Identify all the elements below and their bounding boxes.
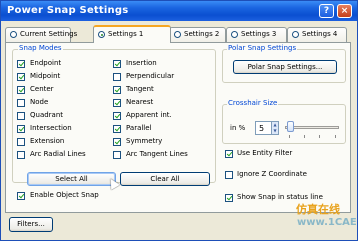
midpoint-checkbox[interactable] <box>17 73 25 81</box>
use-entity-filter-checkbox[interactable] <box>225 150 233 158</box>
nearest-checkbox[interactable] <box>113 99 121 107</box>
tab-current-settings[interactable]: Current Settings <box>5 27 77 42</box>
symmetry-label: Symmetry <box>126 137 163 145</box>
close-button[interactable]: × <box>337 4 352 18</box>
help-button[interactable]: ? <box>319 4 334 18</box>
insertion-label: Insertion <box>126 59 157 67</box>
ignore-z-label: Ignore Z Coordinate <box>237 170 307 178</box>
insertion-checkbox[interactable] <box>113 60 121 68</box>
tab-settings-1[interactable]: Settings 1 <box>93 25 171 43</box>
symmetry-checkbox[interactable] <box>113 138 121 146</box>
show-snap-status-checkbox[interactable] <box>225 194 233 202</box>
parallel-checkbox[interactable] <box>113 125 121 133</box>
tab-settings-4[interactable]: Settings 4 <box>287 27 347 42</box>
slider-tick <box>335 135 336 138</box>
tab-settings-3[interactable]: Settings 3 <box>226 27 287 42</box>
slider-tick <box>319 135 320 138</box>
quadrant-label: Quadrant <box>30 111 64 119</box>
use-entity-filter-label: Use Entity Filter <box>237 149 293 157</box>
select-all-button[interactable]: Select All <box>27 172 116 186</box>
crosshair-title: Crosshair Size <box>227 99 279 107</box>
tangent-label: Tangent <box>126 85 154 93</box>
perpendicular-checkbox[interactable] <box>113 73 121 81</box>
slider-tick <box>304 135 305 138</box>
arc-radial-lines-checkbox[interactable] <box>17 151 25 159</box>
quadrant-checkbox[interactable] <box>17 112 25 120</box>
watermark-text: 仿真在线 <box>296 203 340 216</box>
window-title: Power Snap Settings <box>7 5 129 16</box>
apparent-int-checkbox[interactable] <box>113 112 121 120</box>
watermark-site: www.1CAE.com <box>297 217 357 228</box>
tab-settings-4-radio[interactable] <box>292 31 299 38</box>
crosshair-size-value: 5 <box>259 124 265 133</box>
enable-object-snap-checkbox[interactable] <box>17 192 25 200</box>
midpoint-label: Midpoint <box>30 72 61 80</box>
endpoint-checkbox[interactable] <box>17 60 25 68</box>
tab-settings-3-radio[interactable] <box>231 31 238 38</box>
center-label: Center <box>30 85 54 93</box>
title-bar[interactable]: Power Snap Settings ? × <box>1 1 357 21</box>
settings-tabs: Current Settings Settings 1 Settings 2 S… <box>5 25 355 43</box>
tab-label: Settings 4 <box>302 30 338 38</box>
tab-label: Settings 1 <box>108 30 144 38</box>
clear-all-button[interactable]: Clear All <box>120 172 210 186</box>
crosshair-size-input[interactable]: 5 ▲ ▼ <box>255 121 279 135</box>
extension-checkbox[interactable] <box>17 138 25 146</box>
tab-label: Settings 3 <box>241 30 277 38</box>
intersection-checkbox[interactable] <box>17 125 25 133</box>
settings-panel: Snap Modes Endpoint Midpoint Center Node… <box>5 42 351 213</box>
snap-modes-title: Snap Modes <box>18 44 63 52</box>
tab-label: Settings 2 <box>184 30 220 38</box>
center-checkbox[interactable] <box>17 86 25 94</box>
tab-label: Current Settings <box>20 30 78 38</box>
tab-settings-2[interactable]: Settings 2 <box>169 27 226 42</box>
polar-snap-title: Polar Snap Settings <box>227 44 298 52</box>
polar-snap-settings-button[interactable]: Polar Snap Settings... <box>233 60 337 74</box>
parallel-label: Parallel <box>126 124 152 132</box>
nearest-label: Nearest <box>126 98 154 106</box>
perpendicular-label: Perpendicular <box>126 72 175 80</box>
node-label: Node <box>30 98 49 106</box>
arc-tangent-lines-label: Arc Tangent Lines <box>126 150 188 158</box>
apparent-int-label: Apparent int. <box>126 111 172 119</box>
arc-radial-lines-label: Arc Radial Lines <box>30 150 86 158</box>
tab-settings-1-radio[interactable] <box>98 31 105 38</box>
tangent-checkbox[interactable] <box>113 86 121 94</box>
arc-tangent-lines-checkbox[interactable] <box>113 151 121 159</box>
endpoint-label: Endpoint <box>30 59 62 67</box>
node-checkbox[interactable] <box>17 99 25 107</box>
enable-object-snap-label: Enable Object Snap <box>30 191 99 199</box>
show-snap-status-label: Show Snap in status line <box>237 193 323 201</box>
power-snap-settings-dialog: Power Snap Settings ? × Current Settings… <box>0 0 358 241</box>
ignore-z-checkbox[interactable] <box>225 171 233 179</box>
tab-current-settings-radio[interactable] <box>10 31 17 38</box>
filters-button[interactable]: Filters... <box>9 217 53 232</box>
crosshair-slider-thumb[interactable] <box>287 121 294 132</box>
extension-label: Extension <box>30 137 65 145</box>
slider-tick <box>289 135 290 138</box>
crosshair-unit-label: in % <box>230 124 246 132</box>
tab-settings-2-radio[interactable] <box>174 31 181 38</box>
spin-arrows-icon[interactable]: ▲ ▼ <box>271 122 278 134</box>
intersection-label: Intersection <box>30 124 72 132</box>
